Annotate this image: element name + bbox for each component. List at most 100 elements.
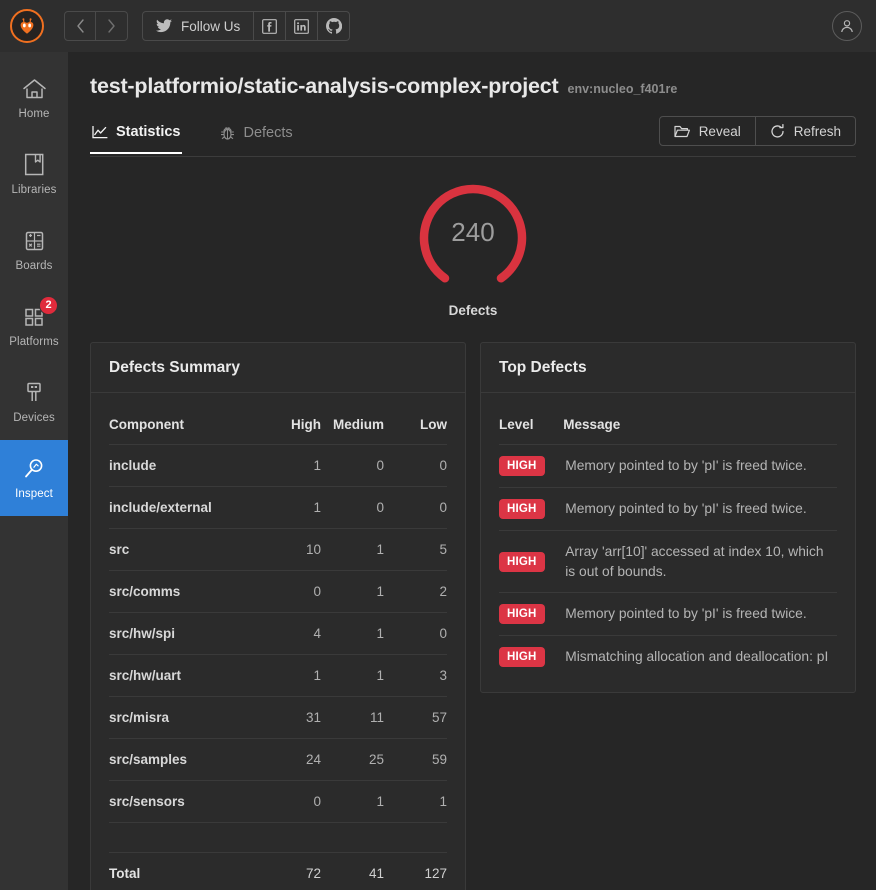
nav-forward-button[interactable] <box>96 11 128 41</box>
table-row[interactable]: src/misra 31 11 57 <box>109 696 447 739</box>
list-item[interactable]: HIGH Memory pointed to by 'pI' is freed t… <box>499 444 837 488</box>
column-header-level: Level <box>499 417 534 432</box>
defects-summary-body: Component High Medium Low include 1 0 0 incl… <box>91 393 465 890</box>
defect-level-cell: HIGH <box>499 529 564 593</box>
total-low-cell: 127 <box>383 852 447 890</box>
chip-icon <box>21 229 47 253</box>
status-badge: HIGH <box>499 604 545 625</box>
platformio-logo-icon[interactable] <box>10 9 44 43</box>
sidebar-item-inspect[interactable]: Inspect <box>0 440 68 516</box>
list-item[interactable]: HIGH Memory pointed to by 'pI' is freed t… <box>499 592 837 636</box>
sidebar-item-boards[interactable]: Boards <box>0 212 68 288</box>
follow-us-button[interactable]: Follow Us <box>142 11 255 41</box>
table-row[interactable]: include/external 1 0 0 <box>109 486 447 529</box>
table-row[interactable]: src/comms 0 1 2 <box>109 570 447 613</box>
status-badge: HIGH <box>499 551 545 572</box>
medium-cell: 1 <box>321 612 384 655</box>
tab-statistics[interactable]: Statistics <box>90 119 183 154</box>
spacer-cell <box>258 822 321 853</box>
tab-defects[interactable]: Defects <box>218 120 294 153</box>
defect-message-cell: Array 'arr[10]' accessed at index 10, wh… <box>563 529 837 593</box>
low-cell: 3 <box>383 654 447 697</box>
sidebar-item-label: Boards <box>15 259 53 272</box>
medium-cell: 0 <box>321 444 384 487</box>
table-row[interactable]: src/samples 24 25 59 <box>109 738 447 781</box>
component-cell: src <box>109 528 259 571</box>
top-defects-panel: Top Defects Level Message HIGH Memory poi… <box>480 342 856 694</box>
defect-level-cell: HIGH <box>499 444 564 488</box>
component-cell: src/samples <box>109 738 259 781</box>
top-toolbar: Follow Us <box>0 0 876 52</box>
high-cell: 0 <box>258 570 321 613</box>
status-badge: HIGH <box>499 647 545 668</box>
folder-icon <box>674 125 690 138</box>
top-defects-title: Top Defects <box>481 343 855 393</box>
refresh-button[interactable]: Refresh <box>755 116 856 146</box>
body-wrapper: Home Libraries Boards 2 Platforms Device… <box>0 52 876 890</box>
column-header-component: Component <box>109 417 184 432</box>
high-cell: 24 <box>258 738 321 781</box>
low-cell: 5 <box>383 528 447 571</box>
account-avatar[interactable] <box>832 11 862 41</box>
component-cell: src/misra <box>109 696 259 739</box>
medium-cell: 1 <box>321 528 384 571</box>
defects-summary-panel: Defects Summary Component High Medium Lo… <box>90 342 466 890</box>
status-badge: HIGH <box>499 499 545 519</box>
table-row[interactable]: include 1 0 0 <box>109 444 447 487</box>
table-row[interactable]: src/sensors 0 1 1 <box>109 780 447 823</box>
table-row[interactable]: src/hw/spi 4 1 0 <box>109 612 447 655</box>
low-cell: 0 <box>383 612 447 655</box>
low-cell: 57 <box>383 696 447 739</box>
tab-label: Defects <box>243 124 293 141</box>
top-defects-table: Level Message HIGH Memory pointed to by '… <box>499 403 837 679</box>
low-cell: 2 <box>383 570 447 613</box>
list-item[interactable]: HIGH Mismatching allocation and deallocat… <box>499 635 837 679</box>
sidebar-item-libraries[interactable]: Libraries <box>0 136 68 212</box>
column-header-low: Low <box>420 417 447 432</box>
defects-summary-title: Defects Summary <box>91 343 465 393</box>
grid-icon: 2 <box>21 295 58 329</box>
table-row[interactable]: src/hw/uart 1 1 3 <box>109 654 447 697</box>
low-cell: 0 <box>383 444 447 487</box>
sidebar-item-devices[interactable]: Devices <box>0 364 68 440</box>
history-nav-group <box>64 11 128 41</box>
high-cell: 4 <box>258 612 321 655</box>
line-chart-icon <box>92 125 108 139</box>
tab-label: Statistics <box>116 124 181 140</box>
usb-icon <box>21 381 47 405</box>
sidebar-item-platforms[interactable]: 2 Platforms <box>0 288 68 364</box>
list-item[interactable]: HIGH Array 'arr[10]' accessed at index 10… <box>499 529 837 593</box>
platforms-badge: 2 <box>39 295 58 315</box>
refresh-label: Refresh <box>793 123 841 139</box>
sidebar-item-home[interactable]: Home <box>0 60 68 136</box>
tab-action-group: Reveal Refresh <box>658 116 856 146</box>
medium-cell: 1 <box>321 780 384 823</box>
medium-cell: 1 <box>321 570 384 613</box>
defects-gauge: 240 Defects <box>90 179 856 318</box>
reveal-button[interactable]: Reveal <box>658 116 756 146</box>
medium-cell: 0 <box>321 486 384 529</box>
follow-us-label: Follow Us <box>181 18 241 34</box>
spacer-cell <box>383 822 447 853</box>
defects-summary-rows: include 1 0 0 include/external 1 0 0 src 10 1 5 src/… <box>109 444 447 890</box>
twitter-icon <box>156 19 172 33</box>
component-cell: src/hw/spi <box>109 612 259 655</box>
gauge-value-text: 240 <box>451 216 495 247</box>
high-cell: 10 <box>258 528 321 571</box>
table-row[interactable]: src 10 1 5 <box>109 528 447 571</box>
defect-message-cell: Memory pointed to by 'pI' is freed twice… <box>563 444 837 488</box>
top-defects-rows: HIGH Memory pointed to by 'pI' is freed t… <box>499 444 837 679</box>
nav-back-button[interactable] <box>64 11 96 41</box>
list-item[interactable]: HIGH Memory pointed to by 'pI' is freed t… <box>499 487 837 531</box>
defect-message-cell: Memory pointed to by 'pI' is freed twice… <box>563 592 837 636</box>
high-cell: 1 <box>258 486 321 529</box>
linkedin-icon[interactable] <box>286 11 319 41</box>
sidebar-item-label: Libraries <box>11 183 57 196</box>
bug-icon <box>220 125 235 141</box>
component-cell: include <box>109 444 259 487</box>
github-icon[interactable] <box>318 11 351 41</box>
medium-cell: 25 <box>321 738 384 781</box>
defect-level-cell: HIGH <box>499 635 564 679</box>
facebook-icon[interactable] <box>254 11 287 41</box>
main-content: test-platformio/static-analysis-complex-… <box>68 52 876 890</box>
